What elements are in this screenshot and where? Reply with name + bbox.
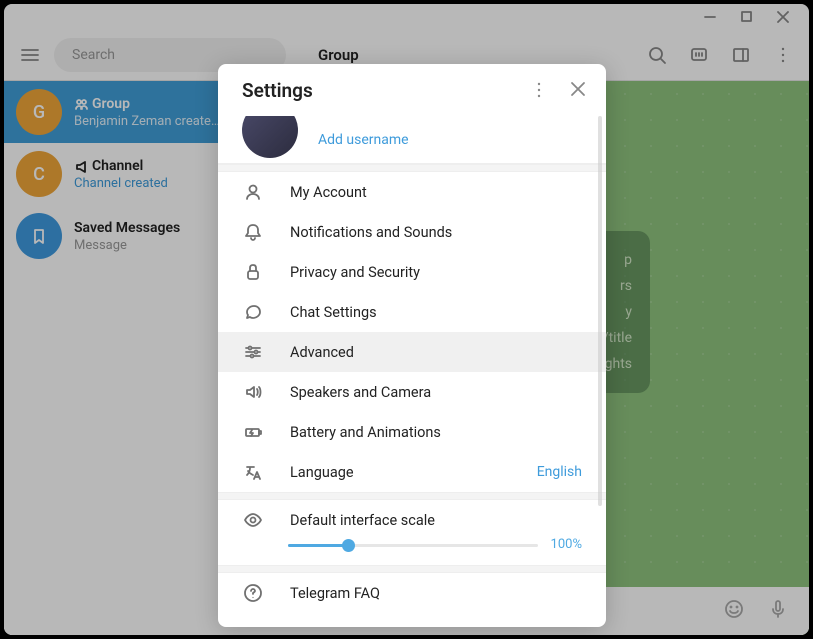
battery-icon (242, 422, 264, 442)
avatar (242, 116, 298, 158)
eye-icon (242, 510, 264, 530)
add-username-link[interactable]: Add username (318, 132, 409, 148)
scrollbar[interactable] (598, 116, 602, 506)
chat-icon (242, 302, 264, 322)
settings-item-advanced[interactable]: Advanced (218, 332, 606, 372)
settings-item-privacy[interactable]: Privacy and Security (218, 252, 606, 292)
settings-item-scale[interactable]: Default interface scale (218, 500, 606, 540)
settings-item-battery[interactable]: Battery and Animations (218, 412, 606, 452)
bell-icon (242, 222, 264, 242)
settings-item-account[interactable]: My Account (218, 172, 606, 212)
speaker-icon (242, 382, 264, 402)
sliders-icon (242, 342, 264, 362)
settings-item-notifications[interactable]: Notifications and Sounds (218, 212, 606, 252)
scale-slider[interactable]: 100% (218, 540, 606, 565)
settings-item-faq[interactable]: Telegram FAQ (218, 573, 606, 613)
profile-row[interactable]: Add username (218, 116, 606, 164)
user-icon (242, 182, 264, 202)
settings-title: Settings (242, 79, 313, 102)
close-icon[interactable] (570, 81, 586, 99)
language-value: English (537, 464, 582, 480)
lock-icon (242, 262, 264, 282)
settings-item-speakers[interactable]: Speakers and Camera (218, 372, 606, 412)
settings-item-language[interactable]: Language English (218, 452, 606, 492)
scale-value: 100% (551, 537, 582, 552)
more-icon[interactable] (530, 81, 548, 99)
language-icon (242, 462, 264, 482)
settings-item-chat[interactable]: Chat Settings (218, 292, 606, 332)
settings-modal: Settings Add username My Account Notific… (218, 64, 606, 627)
help-icon (242, 583, 264, 603)
